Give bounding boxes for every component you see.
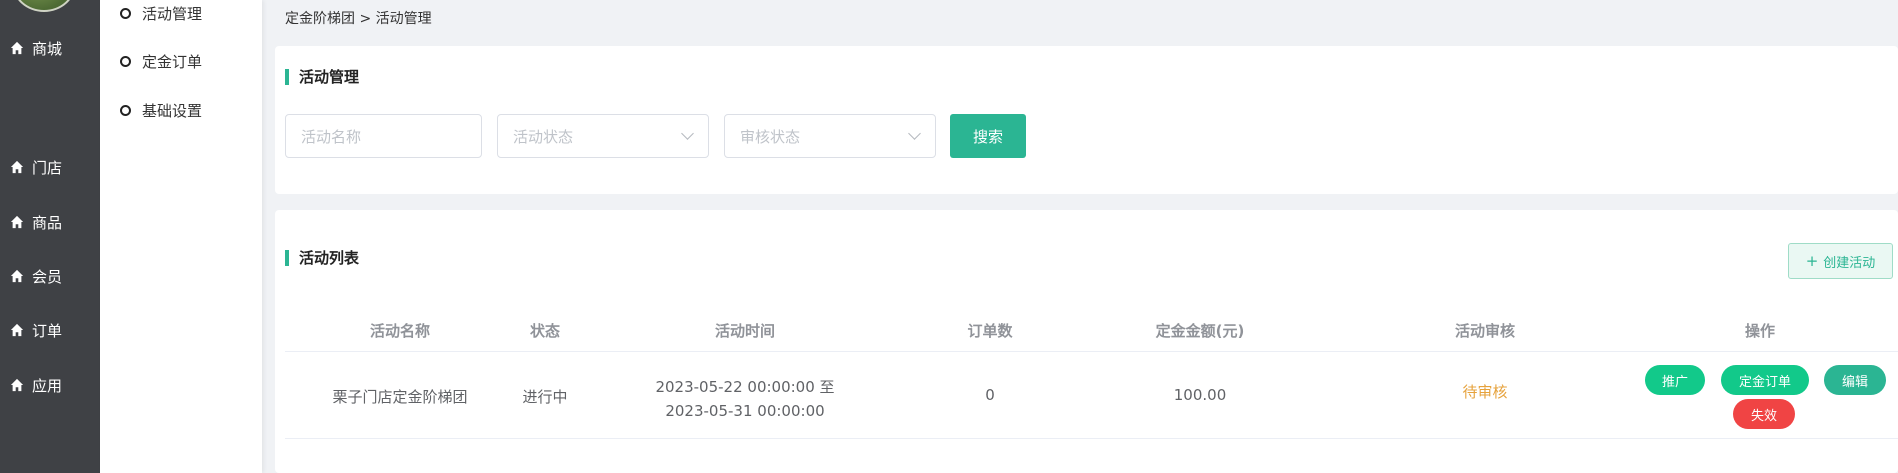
section-title-text: 活动管理: [299, 68, 360, 86]
audit-status-select[interactable]: 审核状态: [724, 114, 936, 158]
deposit-orders-button[interactable]: 定金订单: [1721, 365, 1809, 395]
column-header: 状态: [529, 322, 560, 340]
avatar: [12, 0, 76, 12]
column-header: 订单数: [967, 322, 1013, 340]
circle-icon: [120, 56, 131, 67]
table-row: 栗子门店定金阶梯团 进行中 2023-05-22 00:00:00 至 2023…: [285, 353, 1898, 439]
title-accent-bar: [285, 249, 289, 266]
sub-item-basic-settings[interactable]: 基础设置: [120, 100, 202, 121]
home-icon: [10, 41, 24, 55]
search-card: 活动管理 活动名称 活动状态 审核状态 搜索: [275, 46, 1898, 194]
select-placeholder: 活动状态: [513, 127, 574, 146]
main-content: 定金阶梯团 > 活动管理 活动管理 活动名称 活动状态 审核状态 搜索 活动列表…: [263, 0, 1898, 473]
cell-activity-name: 栗子门店定金阶梯团: [332, 388, 468, 406]
input-placeholder: 活动名称: [301, 127, 362, 146]
activity-status-select[interactable]: 活动状态: [497, 114, 709, 158]
home-icon: [10, 323, 24, 337]
column-header: 定金金额(元): [1155, 322, 1245, 340]
circle-icon: [120, 8, 131, 19]
home-icon: [10, 269, 24, 283]
section-title: 活动列表: [285, 247, 359, 268]
activity-name-input[interactable]: 活动名称: [285, 114, 482, 158]
title-accent-bar: [285, 68, 289, 85]
create-activity-label: 创建活动: [1823, 255, 1876, 271]
home-icon: [10, 378, 24, 392]
nav-item-label: 应用: [32, 376, 63, 395]
column-header: 活动时间: [714, 322, 775, 340]
edit-button[interactable]: 编辑: [1824, 365, 1886, 395]
sub-item-label: 定金订单: [142, 53, 203, 71]
column-header: 活动名称: [369, 322, 430, 340]
time-end: 2023-05-31 00:00:00: [665, 402, 825, 420]
home-icon: [10, 215, 24, 229]
invalidate-button[interactable]: 失效: [1733, 399, 1795, 429]
sub-item-activity-manage[interactable]: 活动管理: [120, 3, 202, 24]
breadcrumb: 定金阶梯团 > 活动管理: [285, 11, 432, 27]
nav-item-store[interactable]: 门店: [0, 152, 100, 182]
nav-item-label: 会员: [32, 267, 63, 286]
section-title-text: 活动列表: [299, 249, 360, 267]
audit-status-badge: 待审核: [1462, 383, 1508, 401]
table-header: 活动名称 状态 活动时间 订单数 定金金额(元) 活动审核 操作: [285, 306, 1898, 352]
create-activity-button[interactable]: + 创建活动: [1788, 243, 1893, 279]
column-header: 活动审核: [1454, 322, 1515, 340]
nav-item-member[interactable]: 会员: [0, 261, 100, 291]
cell-deposit-amount: 100.00: [1173, 386, 1227, 404]
time-start: 2023-05-22 00:00:00 至: [655, 378, 835, 396]
nav-item-label: 门店: [32, 158, 63, 177]
sub-item-deposit-orders[interactable]: 定金订单: [120, 51, 202, 72]
plus-icon: +: [1805, 252, 1819, 270]
select-placeholder: 审核状态: [740, 127, 801, 146]
cell-activity-time: 2023-05-22 00:00:00 至 2023-05-31 00:00:0…: [625, 375, 865, 423]
nav-item-label: 订单: [32, 321, 63, 340]
home-icon: [10, 160, 24, 174]
circle-icon: [120, 105, 131, 116]
section-title: 活动管理: [285, 66, 359, 87]
sub-menu: 活动管理 定金订单 基础设置: [100, 0, 262, 473]
nav-item-label: 商城: [32, 39, 63, 58]
sub-item-label: 活动管理: [142, 5, 203, 23]
nav-item-goods[interactable]: 商品: [0, 207, 100, 237]
sub-item-label: 基础设置: [142, 102, 203, 120]
promote-button[interactable]: 推广: [1645, 365, 1705, 395]
cell-status: 进行中: [522, 388, 568, 406]
cell-order-count: 0: [985, 386, 995, 404]
nav-item-label: 商品: [32, 213, 63, 232]
nav-item-mall[interactable]: 商城: [0, 33, 100, 63]
activity-list-card: 活动列表 + 创建活动 活动名称 状态 活动时间 订单数 定金金额(元) 活动审…: [275, 210, 1898, 473]
nav-item-order[interactable]: 订单: [0, 315, 100, 345]
column-header: 操作: [1744, 322, 1775, 340]
search-button[interactable]: 搜索: [950, 114, 1026, 158]
nav-item-app[interactable]: 应用: [0, 370, 100, 400]
main-nav: 商城 门店 商品 会员 订单 应用: [0, 0, 100, 473]
